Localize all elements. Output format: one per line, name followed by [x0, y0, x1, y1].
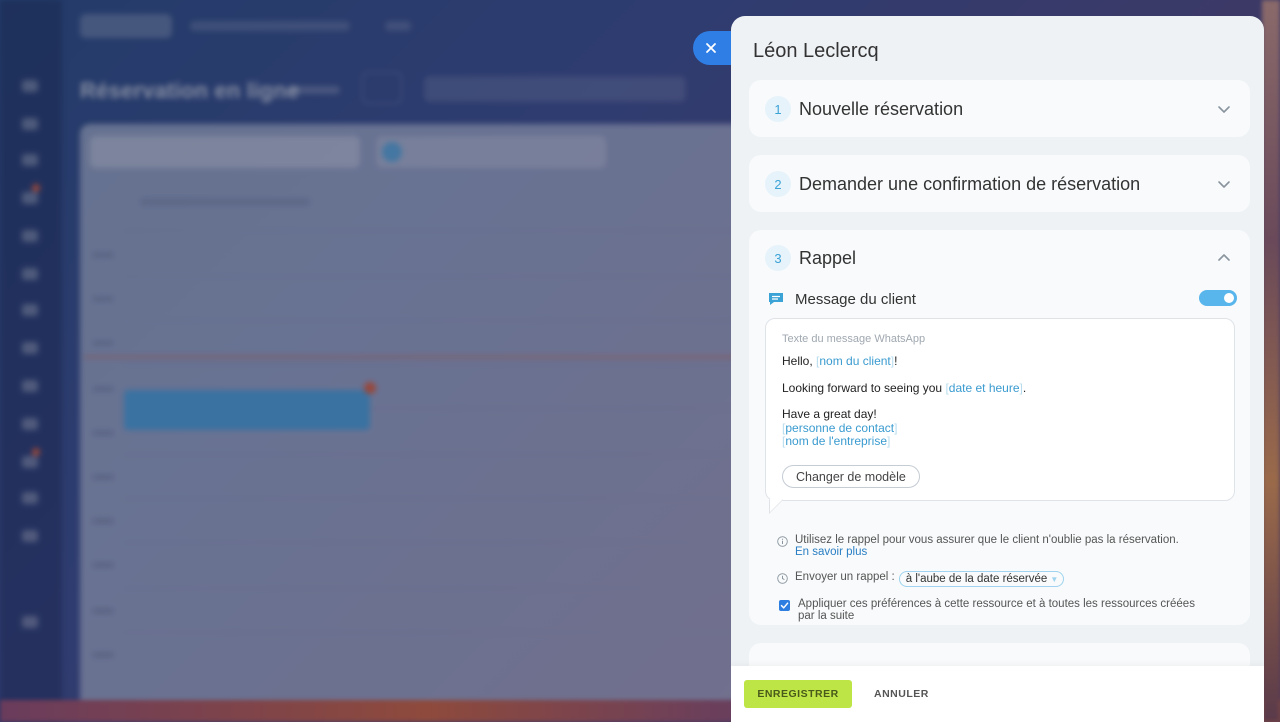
booking-settings-panel: Léon Leclercq 1 Nouvelle réservation 2 D…: [731, 16, 1264, 722]
reminder-info-text: Utilisez le rappel pour vous assurer que…: [795, 534, 1179, 546]
section-number: 2: [765, 171, 791, 197]
apply-preferences-line: par la suite: [798, 610, 855, 622]
reminder-info-row: Utilisez le rappel pour vous assurer que…: [777, 534, 1179, 558]
whatsapp-message-box[interactable]: Texte du message WhatsApp Hello, nom du …: [765, 318, 1235, 501]
tag-date-time[interactable]: date et heure: [945, 381, 1022, 395]
message-line: Hello, nom du client!: [782, 354, 897, 368]
reminder-timing-value: à l'aube de la date réservée: [905, 573, 1048, 585]
apply-preferences-line: Appliquer ces préférences à cette ressou…: [798, 598, 1195, 610]
tag-client-name[interactable]: nom du client: [816, 354, 894, 368]
section-header: 1 Nouvelle réservation: [765, 95, 963, 123]
learn-more-link[interactable]: En savoir plus: [795, 546, 1179, 558]
close-icon: [706, 43, 716, 53]
section-header: 2 Demander une confirmation de réservati…: [765, 170, 1140, 198]
section-title: Rappel: [799, 247, 857, 268]
apply-preferences-row: Appliquer ces préférences à cette ressou…: [779, 598, 1195, 622]
toggle-knob: [1224, 293, 1234, 303]
cancel-button[interactable]: ANNULER: [874, 680, 929, 708]
message-placeholder: Texte du message WhatsApp: [782, 333, 926, 345]
send-reminder-row: Envoyer un rappel : à l'aube de la date …: [777, 571, 1065, 587]
apply-preferences-checkbox[interactable]: [779, 600, 790, 611]
message-text: !: [894, 354, 898, 368]
send-reminder-label: Envoyer un rappel :: [795, 571, 895, 583]
message-line: nom de l'entreprise: [782, 434, 890, 448]
chevron-down-icon[interactable]: [1216, 101, 1232, 117]
apply-preferences-text: Appliquer ces préférences à cette ressou…: [798, 598, 1195, 622]
chat-icon: [769, 293, 783, 305]
section-title: Demander une confirmation de réservation: [799, 173, 1141, 194]
section-new-booking[interactable]: 1 Nouvelle réservation: [749, 80, 1250, 137]
tag-contact-person[interactable]: personne de contact: [782, 421, 897, 435]
message-text: Looking forward to seeing you: [782, 381, 943, 395]
section-number: 1: [765, 96, 791, 122]
info-icon: [777, 536, 788, 547]
message-text: .: [1022, 381, 1027, 395]
change-template-button[interactable]: Changer de modèle: [782, 465, 920, 488]
message-line: Looking forward to seeing you date et he…: [782, 381, 1026, 395]
wallpaper-strip: [1262, 0, 1280, 722]
message-line: personne de contact: [782, 421, 897, 435]
client-message-toggle[interactable]: [1199, 290, 1237, 306]
message-text: Hello,: [782, 354, 813, 368]
chevron-up-icon[interactable]: [1216, 250, 1232, 266]
chevron-down-icon[interactable]: [1216, 176, 1232, 192]
section-number: 3: [765, 245, 791, 271]
client-message-label: Message du client: [795, 290, 916, 308]
chevron-down-icon: ▼: [1050, 574, 1059, 584]
message-line: Have a great day!: [782, 407, 877, 421]
reminder-info-text-block: Utilisez le rappel pour vous assurer que…: [795, 534, 1179, 558]
reminder-timing-select[interactable]: à l'aube de la date réservée ▼: [898, 571, 1065, 587]
client-message-row: Message du client: [767, 288, 1237, 310]
save-button[interactable]: ENREGISTRER: [744, 680, 852, 708]
clock-icon: [777, 573, 788, 584]
checkmark-icon: [780, 602, 789, 609]
section-reminder: 3 Rappel Message du client Texte du mess…: [749, 230, 1250, 625]
panel-footer: ENREGISTRER ANNULER: [731, 666, 1264, 722]
tag-company-name[interactable]: nom de l'entreprise: [782, 434, 890, 448]
panel-title: Léon Leclercq: [753, 40, 879, 62]
section-title: Nouvelle réservation: [799, 98, 964, 119]
section-header[interactable]: 3 Rappel: [765, 244, 856, 272]
section-request-confirmation[interactable]: 2 Demander une confirmation de réservati…: [749, 155, 1250, 212]
